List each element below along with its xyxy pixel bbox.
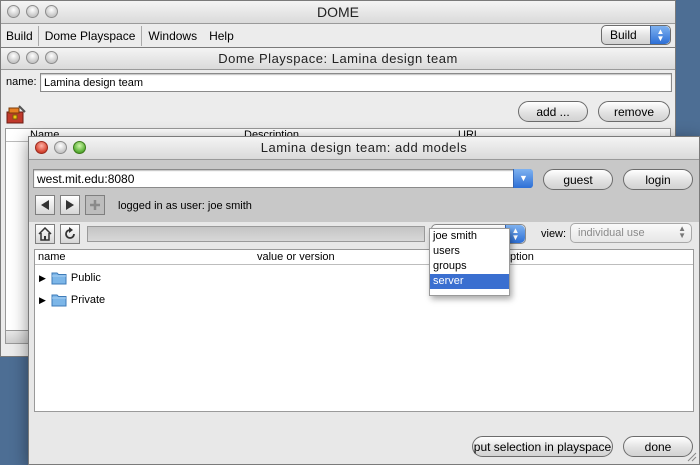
- mode-select-value: Build: [610, 28, 637, 42]
- window-controls: [35, 141, 86, 154]
- guest-button-label: guest: [563, 172, 593, 187]
- menu-windows[interactable]: Windows: [142, 26, 203, 46]
- folder-private-label: Private: [70, 294, 106, 306]
- column-description[interactable]: ption: [510, 251, 534, 263]
- minimize-button[interactable]: [26, 51, 39, 64]
- dome-title: DOME: [317, 4, 359, 20]
- login-button-label: login: [645, 172, 671, 187]
- dropdown-option-groups[interactable]: groups: [430, 259, 509, 274]
- close-button[interactable]: [35, 141, 48, 154]
- plus-icon[interactable]: [85, 195, 105, 215]
- name-field-value: Lamina design team: [44, 76, 144, 89]
- add-models-window: Lamina design team: add models west.mit.…: [28, 136, 700, 465]
- zoom-button[interactable]: [45, 5, 58, 18]
- done-button[interactable]: done: [623, 436, 693, 457]
- remove-button[interactable]: remove: [598, 101, 670, 122]
- forward-arrow-icon[interactable]: [60, 195, 80, 215]
- resize-grip-icon[interactable]: [685, 450, 697, 462]
- done-button-label: done: [644, 439, 672, 454]
- menubar: Build Dome Playspace Windows Help: [1, 24, 240, 47]
- login-status: logged in as user: joe smith: [118, 200, 252, 212]
- path-bar: [87, 226, 425, 242]
- login-button[interactable]: login: [623, 169, 693, 190]
- menu-dome-playspace[interactable]: Dome Playspace: [39, 25, 143, 46]
- tools-icon: [5, 104, 27, 126]
- minimize-button[interactable]: [26, 5, 39, 18]
- zoom-button[interactable]: [73, 141, 86, 154]
- list-item[interactable]: ▶ Public: [35, 268, 335, 288]
- menu-build[interactable]: Build: [1, 25, 39, 46]
- folder-public-label: Public: [70, 272, 101, 284]
- window-controls: [7, 5, 58, 18]
- dropdown-option-users[interactable]: users: [430, 244, 509, 259]
- guest-button[interactable]: guest: [543, 169, 613, 190]
- put-selection-button[interactable]: put selection in playspace: [472, 436, 613, 457]
- menu-help[interactable]: Help: [203, 26, 240, 46]
- minimize-button[interactable]: [54, 141, 67, 154]
- column-value-or-version[interactable]: value or version: [257, 251, 335, 263]
- put-selection-button-label: put selection in playspace: [473, 439, 612, 454]
- close-button[interactable]: [7, 51, 20, 64]
- view-select-value: individual use: [578, 227, 645, 239]
- model-browser: name value or version ption ▶ Public ▶ P…: [34, 249, 694, 412]
- view-label: view:: [541, 228, 567, 240]
- name-field[interactable]: Lamina design team: [40, 73, 672, 92]
- view-select[interactable]: individual use ▲ ▼: [570, 223, 692, 243]
- name-label: name:: [6, 76, 37, 88]
- location-dropdown-menu: joe smith users groups server: [429, 228, 510, 296]
- disclosure-triangle-icon[interactable]: ▶: [39, 273, 46, 284]
- home-icon[interactable]: [35, 224, 55, 244]
- playspace-titlebar: Dome Playspace: Lamina design team: [1, 48, 675, 70]
- model-browser-header: name value or version ption: [35, 250, 693, 265]
- column-name[interactable]: name: [38, 251, 66, 263]
- server-field-value: west.mit.edu:8080: [37, 171, 135, 186]
- chevron-updown-icon: ▲ ▼: [650, 26, 670, 44]
- remove-button-label: remove: [613, 104, 654, 119]
- mode-select[interactable]: Build ▲ ▼: [601, 25, 671, 45]
- list-item[interactable]: ▶ Private: [35, 290, 335, 310]
- folder-icon: [51, 294, 67, 307]
- chevron-updown-icon: ▲ ▼: [678, 224, 686, 240]
- server-field[interactable]: west.mit.edu:8080: [33, 169, 531, 188]
- disclosure-triangle-icon[interactable]: ▶: [39, 295, 46, 306]
- back-arrow-icon[interactable]: [35, 195, 55, 215]
- add-models-title: Lamina design team: add models: [260, 140, 468, 155]
- add-models-titlebar: Lamina design team: add models: [29, 137, 699, 160]
- dome-titlebar: DOME: [1, 1, 675, 24]
- server-dropdown-arrow-icon[interactable]: ▼: [513, 169, 533, 188]
- window-controls: [7, 51, 58, 64]
- dropdown-option-server[interactable]: server: [430, 274, 509, 289]
- dome-window: DOME Build Dome Playspace Windows Help B…: [0, 0, 676, 48]
- zoom-button[interactable]: [45, 51, 58, 64]
- folder-icon: [51, 272, 67, 285]
- add-button[interactable]: add ...: [518, 101, 588, 122]
- add-button-label: add ...: [536, 104, 570, 119]
- refresh-icon[interactable]: [60, 224, 80, 244]
- dropdown-option-joe-smith[interactable]: joe smith: [430, 229, 509, 244]
- playspace-title: Dome Playspace: Lamina design team: [218, 51, 458, 66]
- close-button[interactable]: [7, 5, 20, 18]
